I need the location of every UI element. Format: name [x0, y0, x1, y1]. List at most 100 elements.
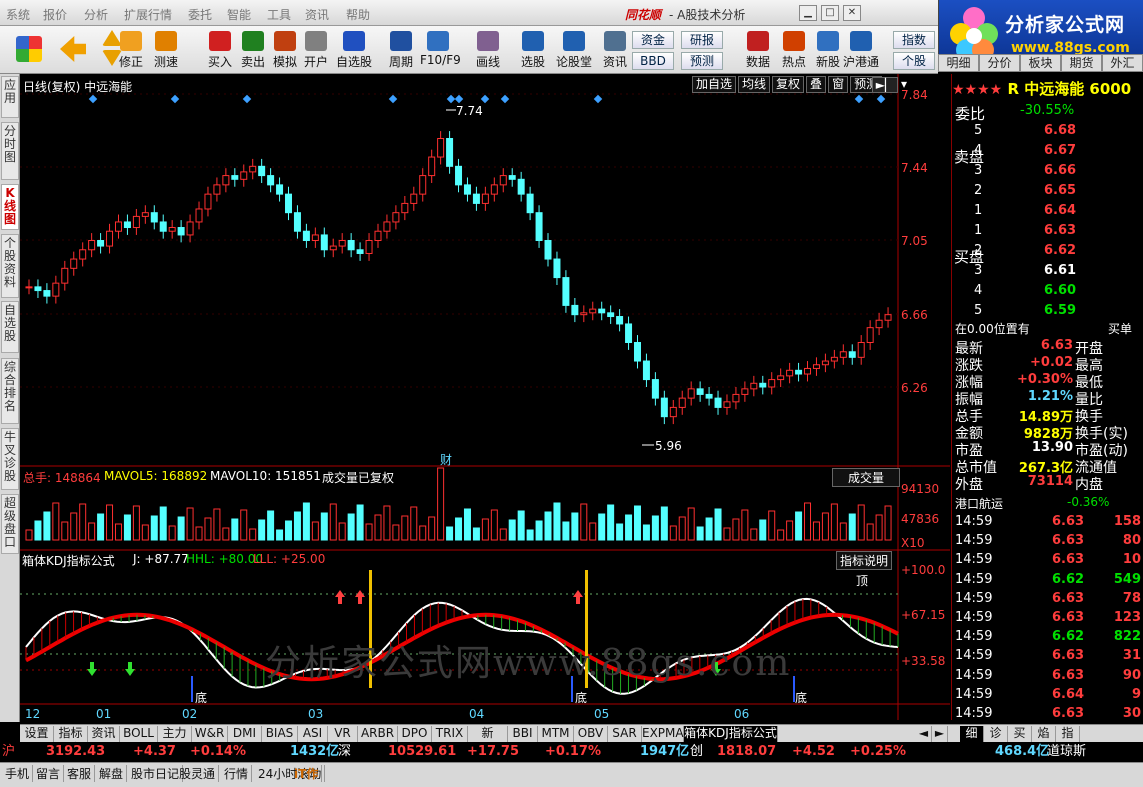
indicator-tab-2[interactable]: 资讯 [88, 726, 120, 742]
status-item-1[interactable]: 留言 [33, 765, 65, 782]
menu-item-6[interactable]: 工具 [267, 6, 291, 23]
indicator-tab-1[interactable]: 指标平台 [54, 726, 88, 755]
indicator-tab-17[interactable]: SAR [608, 726, 642, 742]
minimize-icon[interactable]: ▁ [799, 5, 817, 21]
indicator-tab-8[interactable]: ASI [298, 726, 328, 742]
detail-tab-4[interactable]: 指 [1056, 726, 1080, 742]
indicator-tab-11[interactable]: DPO [398, 726, 432, 742]
volume-dropdown[interactable]: 成交量 [832, 468, 900, 487]
toolbar-button-6[interactable]: 自选股 [336, 26, 372, 70]
sell-price[interactable]: 6.68 [1044, 123, 1076, 138]
buy-price[interactable]: 6.63 [1044, 223, 1076, 238]
scroll-right-icon[interactable]: ► [932, 726, 948, 742]
indicator-tab-3[interactable]: BOLL [120, 726, 158, 742]
indicator-tab-14[interactable]: BBI [508, 726, 538, 742]
menu-item-5[interactable]: 智能 [227, 6, 251, 23]
multi-window-button[interactable] [12, 26, 46, 64]
chart-header-button-4[interactable]: 窗 [828, 76, 849, 93]
chart-header-button-1[interactable]: 均线 [738, 76, 771, 93]
indicator-tab-7[interactable]: BIAS [262, 726, 298, 742]
close-icon[interactable]: ✕ [843, 5, 861, 21]
indicator-tab-12[interactable]: TRIX [432, 726, 468, 742]
toolbar-button-13[interactable]: 数据 [740, 26, 776, 70]
toolbar-button-0[interactable]: 修正 [113, 26, 149, 70]
side-tab-0[interactable]: 应用 [1, 76, 19, 118]
right-tab-2[interactable]: 板块 [1020, 54, 1061, 72]
menu-item-3[interactable]: 扩展行情 [124, 6, 172, 23]
status-item-5[interactable]: 股灵通 [176, 765, 220, 782]
side-tab-3[interactable]: 个股资料 [1, 234, 19, 298]
detail-tab-1[interactable]: 诊 [984, 726, 1008, 742]
menu-item-0[interactable]: 系统 [6, 6, 30, 23]
toolbar-button-8[interactable]: F10/F9 [420, 26, 461, 67]
sector-name[interactable]: 港口航运 [955, 495, 1003, 512]
toolbar-button-1[interactable]: 测速 [148, 26, 184, 70]
indicator-tab-15[interactable]: MTM [538, 726, 574, 742]
side-tab-6[interactable]: 牛叉诊股 [1, 428, 19, 490]
side-tab-5[interactable]: 综合排名 [1, 358, 19, 424]
play-icon[interactable]: ►▏ [872, 77, 898, 93]
stock-button[interactable]: 个股 [893, 52, 935, 70]
research-button[interactable]: 研报 [681, 31, 723, 49]
bbd-button[interactable]: BBD [632, 52, 674, 70]
menu-item-1[interactable]: 报价 [43, 6, 67, 23]
back-button[interactable] [58, 26, 88, 64]
menu-item-2[interactable]: 分析 [84, 6, 108, 23]
right-tab-0[interactable]: 明细 [938, 54, 979, 72]
detail-tab-2[interactable]: 买 [1008, 726, 1032, 742]
indicator-tab-13[interactable]: 新DMA [468, 726, 508, 755]
chart-header-button-0[interactable]: 加自选 [692, 76, 737, 93]
toolbar-button-14[interactable]: 热点 [776, 26, 812, 70]
status-item-4[interactable]: 股市日记 [128, 765, 184, 782]
status-item-3[interactable]: 解盘 [96, 765, 128, 782]
menu-item-4[interactable]: 委托 [188, 6, 212, 23]
toolbar-button-9[interactable]: 画线 [470, 26, 506, 70]
indicator-tab-6[interactable]: DMI [228, 726, 262, 742]
indicator-tab-9[interactable]: VR [328, 726, 358, 742]
chart-header-button-2[interactable]: 复权 [772, 76, 805, 93]
status-item-6[interactable]: 行情 [221, 765, 253, 782]
status-item-2[interactable]: 客服 [64, 765, 96, 782]
index-button[interactable]: 指数 [893, 31, 935, 49]
forecast-button[interactable]: 预测 [681, 52, 723, 70]
toolbar-button-7[interactable]: 周期 [383, 26, 419, 70]
side-tab-7[interactable]: 超级盘口 [1, 494, 19, 554]
toolbar-button-16[interactable]: 沪港通 [843, 26, 879, 70]
toolbar-button-10[interactable]: 选股 [515, 26, 551, 70]
indicator-tab-4[interactable]: 主力 [158, 726, 192, 742]
kline-chart-area[interactable]: 日线(复权) 中远海能 加自选 均线 复权叠窗预测 ►▏ ▾ 7.74 5.96 财… [20, 74, 950, 721]
sell-price[interactable]: 6.64 [1044, 203, 1076, 218]
toolbar-button-12[interactable]: 资讯 [597, 26, 633, 70]
toolbar-button-2[interactable]: 买入 [202, 26, 238, 70]
buy-price[interactable]: 6.61 [1044, 263, 1076, 278]
right-tab-3[interactable]: 期货 [1061, 54, 1102, 72]
right-tab-4[interactable]: 外汇 [1102, 54, 1143, 72]
indicator-help-button[interactable]: 指标说明 [836, 551, 892, 570]
maximize-icon[interactable]: □ [821, 5, 839, 21]
detail-tab-3[interactable]: 焰 [1032, 726, 1056, 742]
scroll-left-icon[interactable]: ◄ [916, 726, 932, 742]
right-tab-1[interactable]: 分价 [979, 54, 1020, 72]
buy-price[interactable]: 6.60 [1044, 283, 1076, 298]
indicator-tab-0[interactable]: 设置 [20, 726, 54, 742]
toolbar-button-5[interactable]: 开户 [298, 26, 334, 70]
toolbar-button-11[interactable]: 论股堂 [556, 26, 592, 70]
status-item-0[interactable]: 手机 [2, 765, 34, 782]
chart-header-button-3[interactable]: 叠 [806, 76, 827, 93]
side-tab-1[interactable]: 分时图 [1, 122, 19, 180]
toolbar-button-15[interactable]: 新股 [810, 26, 846, 70]
menu-item-7[interactable]: 资讯 [305, 6, 329, 23]
indicator-tab-5[interactable]: W&R [192, 726, 228, 742]
side-tab-2[interactable]: K线图 [1, 184, 19, 230]
side-tab-4[interactable]: 自选股 [1, 301, 19, 353]
sell-price[interactable]: 6.67 [1044, 143, 1076, 158]
menu-item-8[interactable]: 帮助 [346, 6, 370, 23]
finance-mark[interactable]: 财 [440, 451, 452, 468]
indicator-tab-18[interactable]: EXPMA [642, 726, 684, 742]
indicator-tab-10[interactable]: ARBR [358, 726, 398, 742]
sell-price[interactable]: 6.65 [1044, 183, 1076, 198]
buy-price[interactable]: 6.62 [1044, 243, 1076, 258]
funds-button[interactable]: 资金 [632, 31, 674, 49]
toolbar-button-3[interactable]: 卖出 [235, 26, 271, 70]
indicator-tab-19[interactable]: 箱体KDJ指标公式 [684, 726, 778, 742]
